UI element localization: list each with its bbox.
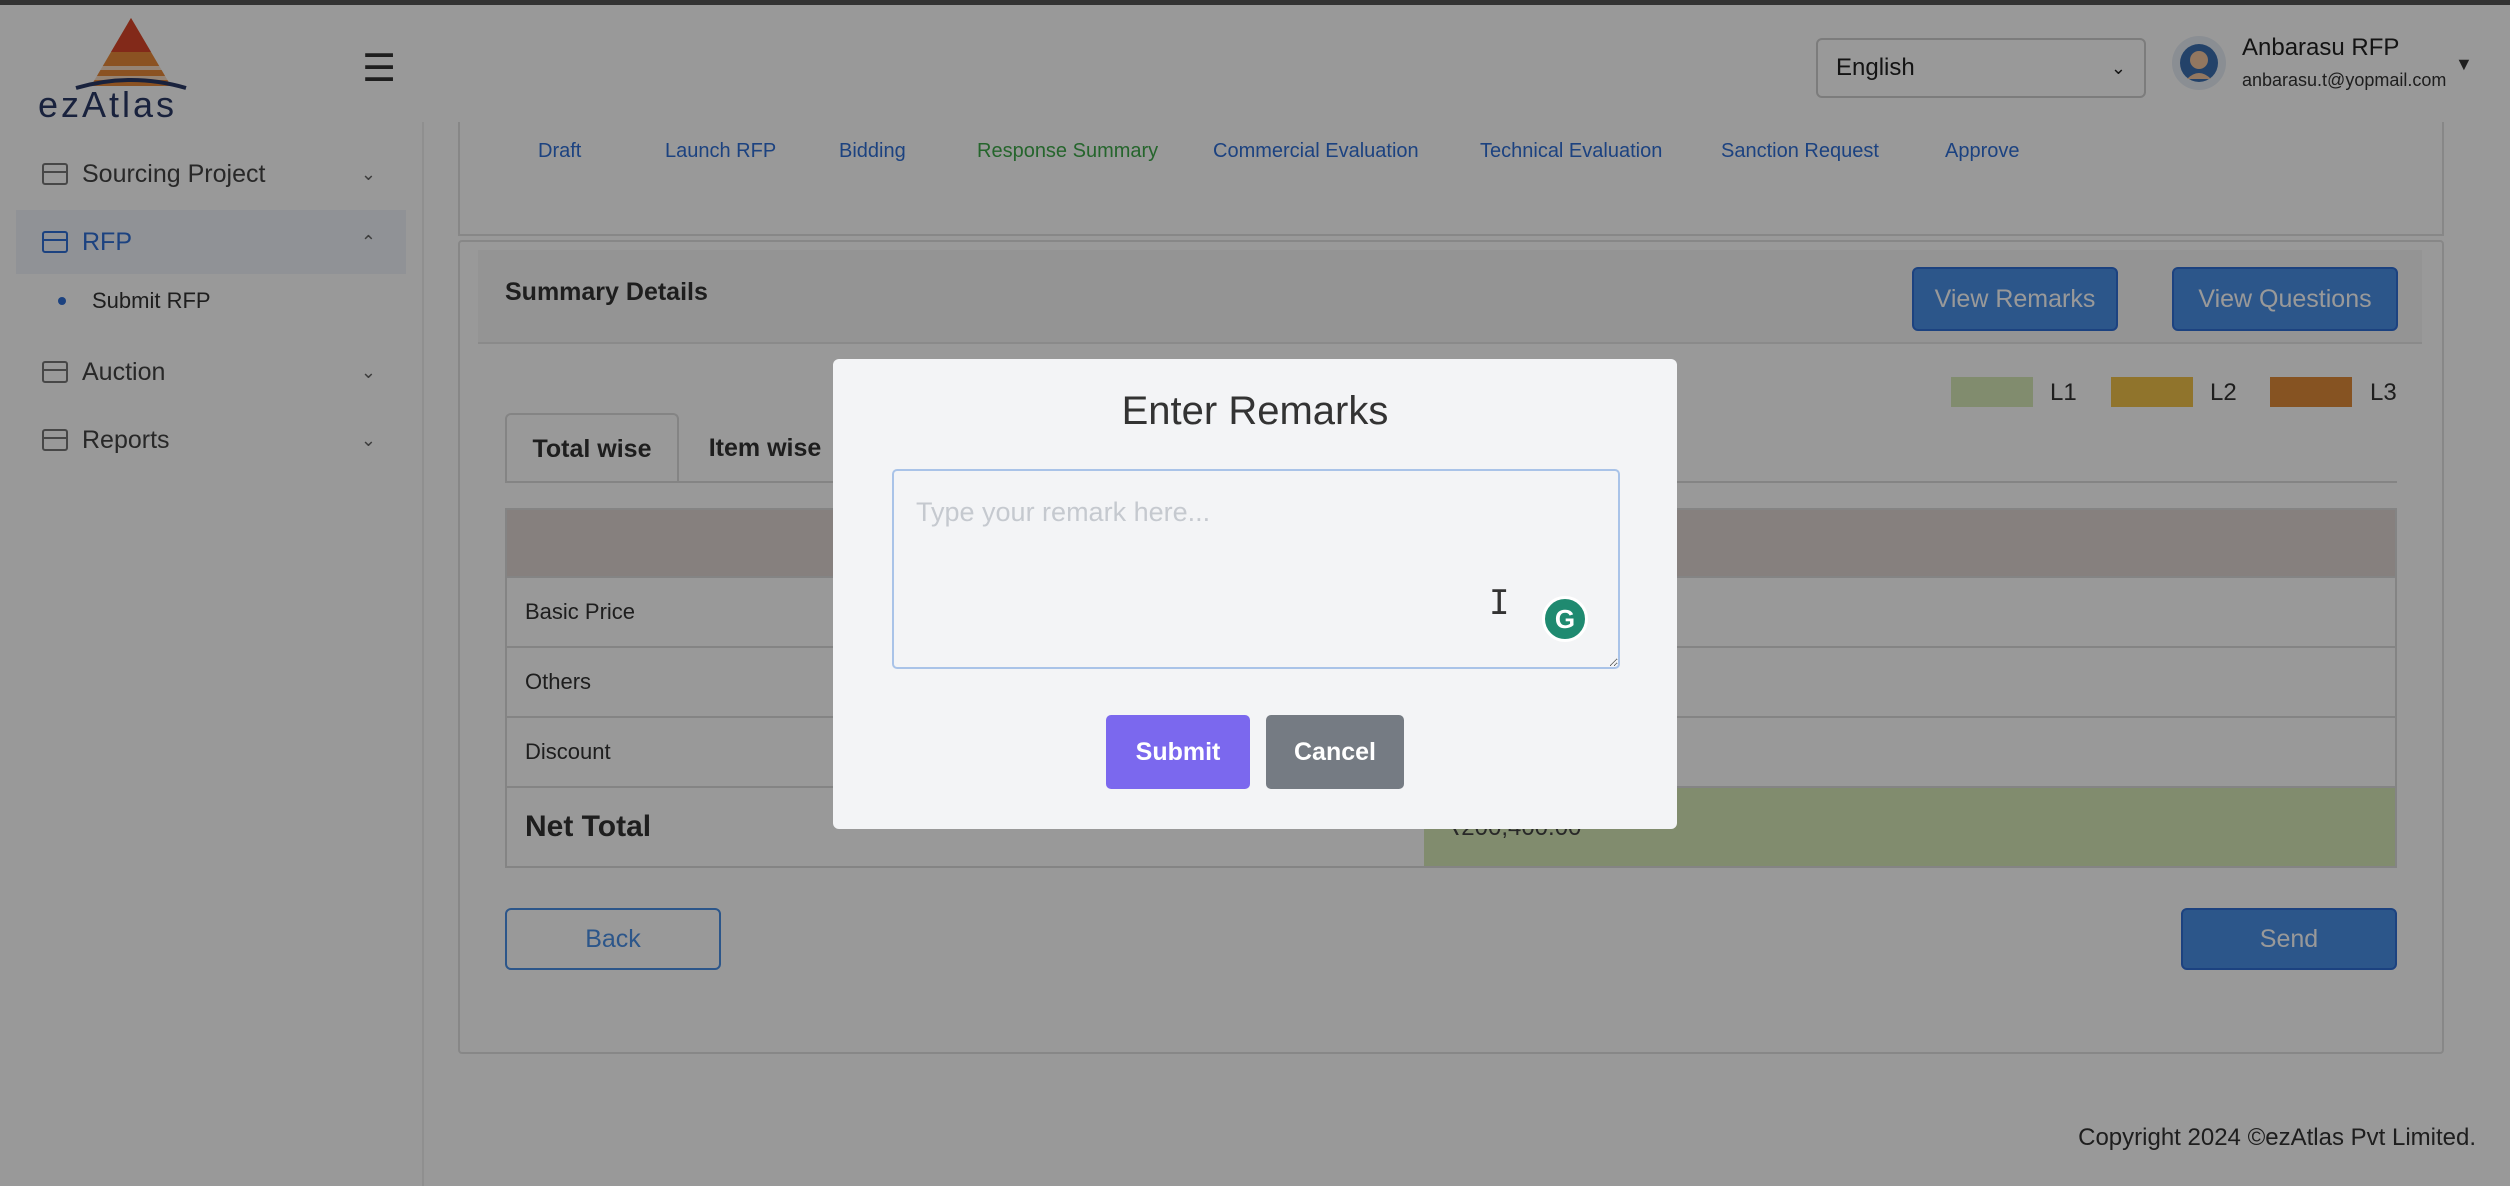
modal-title: Enter Remarks <box>1121 389 1389 433</box>
submit-button[interactable]: Submit <box>1106 715 1250 789</box>
remark-textarea[interactable] <box>892 469 1620 669</box>
cancel-button[interactable]: Cancel <box>1266 715 1404 789</box>
grammarly-icon[interactable]: G <box>1542 596 1588 642</box>
enter-remarks-modal: Enter Remarks I G Submit Cancel <box>833 359 1677 829</box>
text-cursor-icon: I <box>1489 583 1510 623</box>
